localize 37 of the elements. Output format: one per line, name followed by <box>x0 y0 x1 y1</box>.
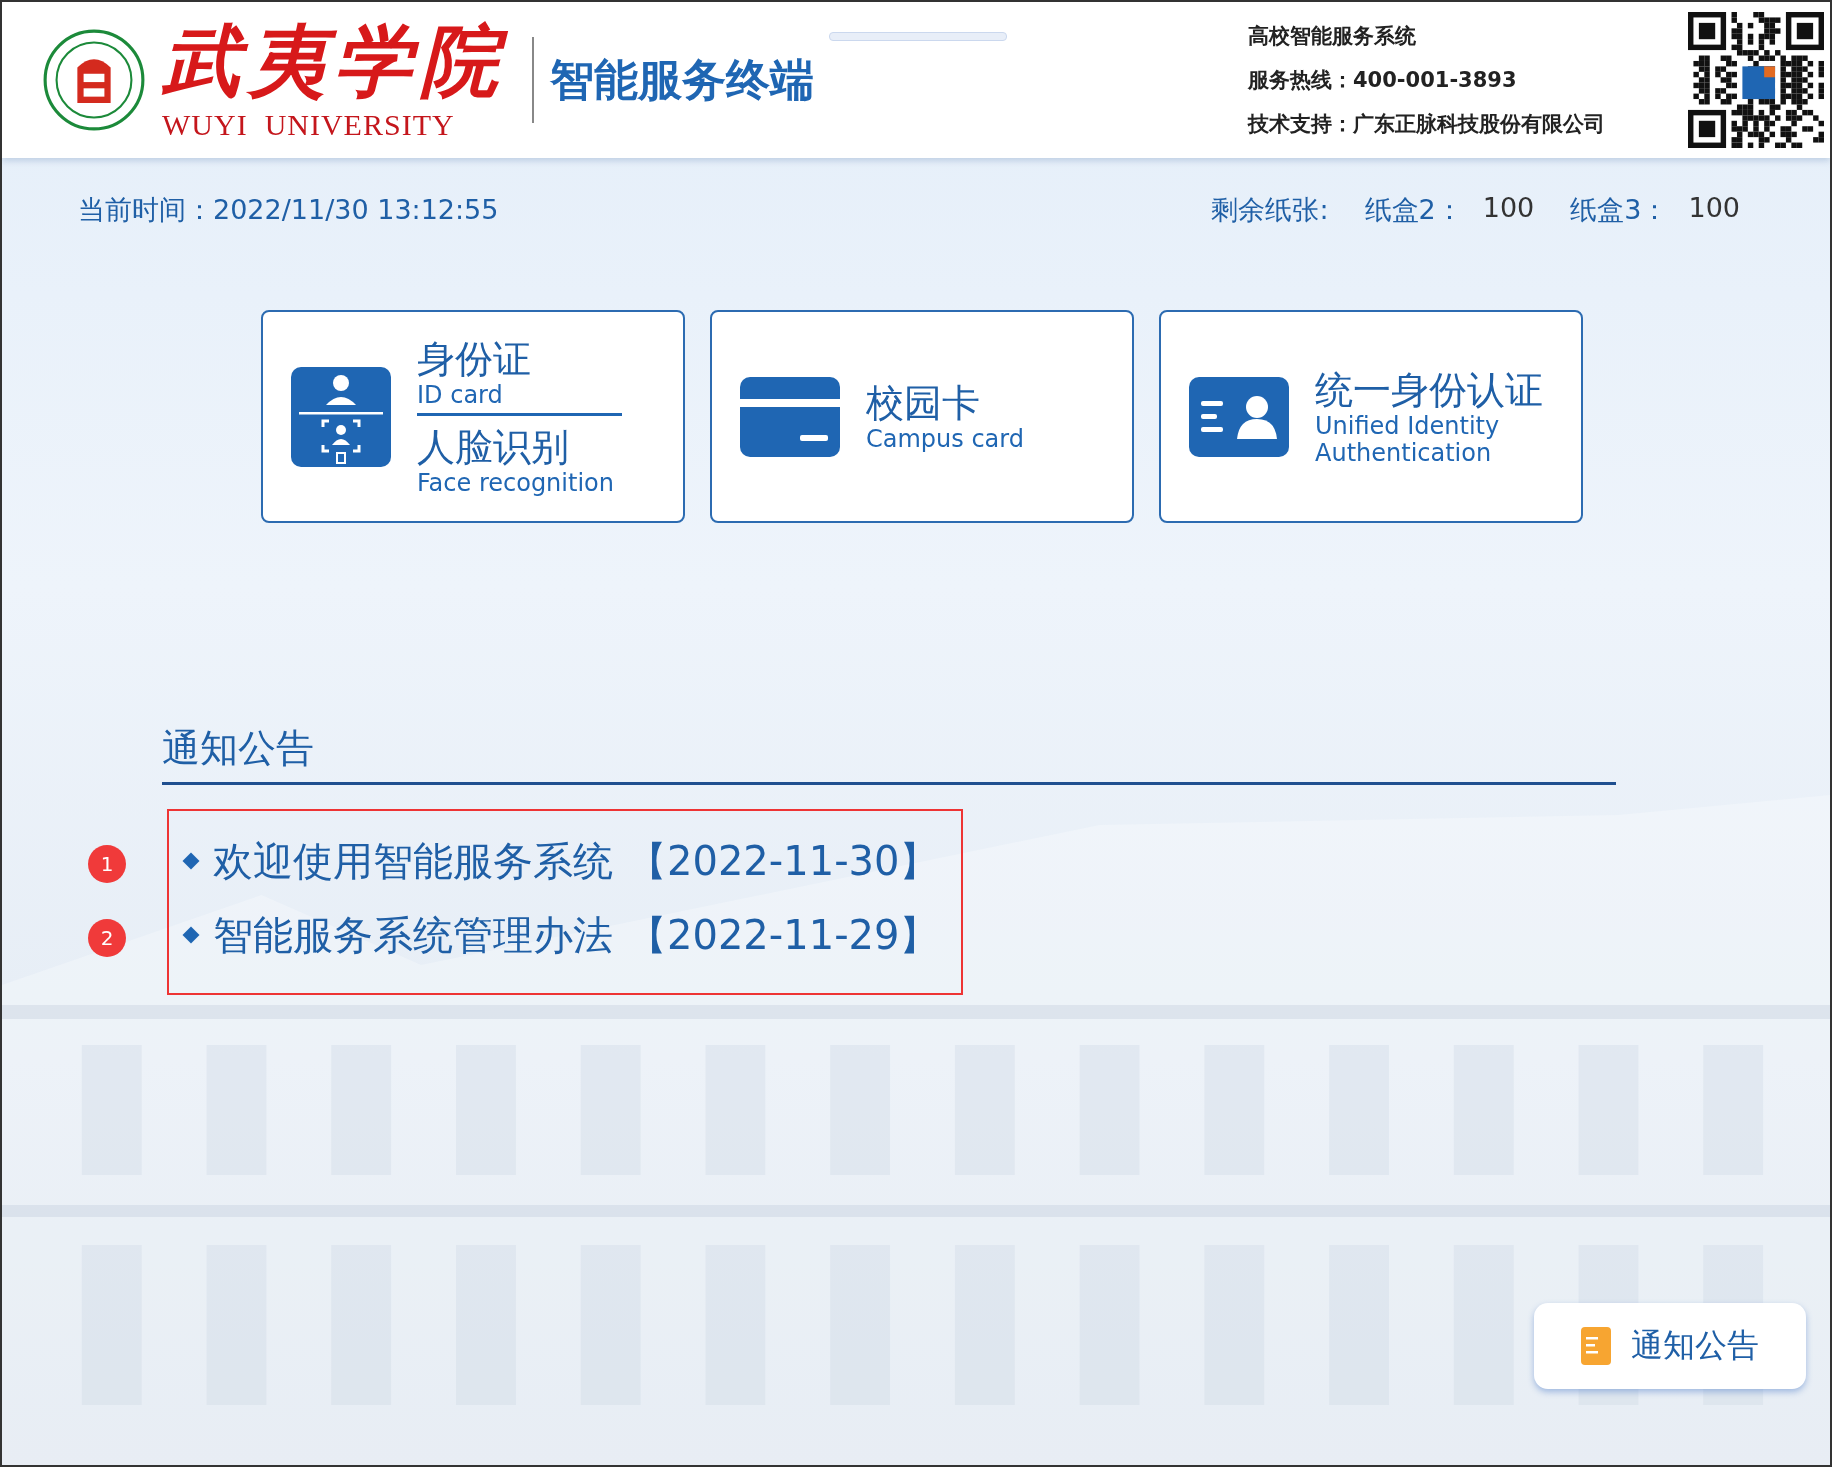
card-subtitle: Unified Identity Authentication <box>1315 412 1501 467</box>
bank-card-icon <box>740 376 840 457</box>
tray-count: 100 <box>1482 192 1535 225</box>
notice-date: 【2022-11-29】 <box>627 911 940 960</box>
document-icon <box>1581 1326 1611 1366</box>
tray-count: 100 <box>1688 192 1740 225</box>
card-subtitle: Campus card <box>866 426 1024 453</box>
notice-heading: 通知公告 <box>162 723 1616 785</box>
card-title: 身份证 <box>417 336 532 382</box>
notice-link[interactable]: 智能服务系统管理办法 <box>213 905 613 965</box>
card-subtitle: ID card <box>417 382 504 409</box>
notice-date: 【2022-11-30】 <box>627 837 940 886</box>
id-and-face-icon <box>291 366 391 467</box>
card-title: 人脸识别 <box>417 424 570 470</box>
university-seal-icon <box>42 28 146 132</box>
terminal-title: 智能服务终端 <box>550 52 814 107</box>
card-title: 校园卡 <box>866 380 981 426</box>
tray-name: 纸盒3： <box>1570 193 1669 227</box>
login-card[interactable]: 统一身份认证 Unified Identity Authentication <box>1159 310 1583 523</box>
number-marker: 2 <box>88 919 126 957</box>
card-title: 统一身份认证 <box>1315 366 1543 413</box>
login-card[interactable]: 身份证 ID card 人脸识别 Face recognition <box>261 310 685 523</box>
info-text: 服务热线：400-001-3893 <box>1248 67 1518 94</box>
university-name-english: WUYI UNIVERSITY <box>162 107 456 143</box>
info-text: 技术支持：广东正脉科技股份有限公司 <box>1248 111 1606 138</box>
time-value: 2022/11/30 13:12:55 <box>213 194 499 225</box>
notice-link[interactable]: 欢迎使用智能服务系统 <box>213 831 613 891</box>
info-text: 高校智能服务系统 <box>1248 23 1417 50</box>
university-name: 武夷学院 <box>162 17 506 107</box>
login-card[interactable]: 校园卡 Campus card <box>710 310 1134 523</box>
number-marker: 1 <box>88 845 126 883</box>
card-subtitle: Face recognition <box>417 470 615 497</box>
time-label: 当前时间： <box>78 194 213 225</box>
profile-card-icon <box>1189 376 1289 457</box>
paper-label: 剩余纸张: <box>1211 193 1329 227</box>
tray-name: 纸盒2： <box>1364 193 1463 227</box>
notice-button[interactable]: 通知公告 <box>1534 1303 1806 1389</box>
